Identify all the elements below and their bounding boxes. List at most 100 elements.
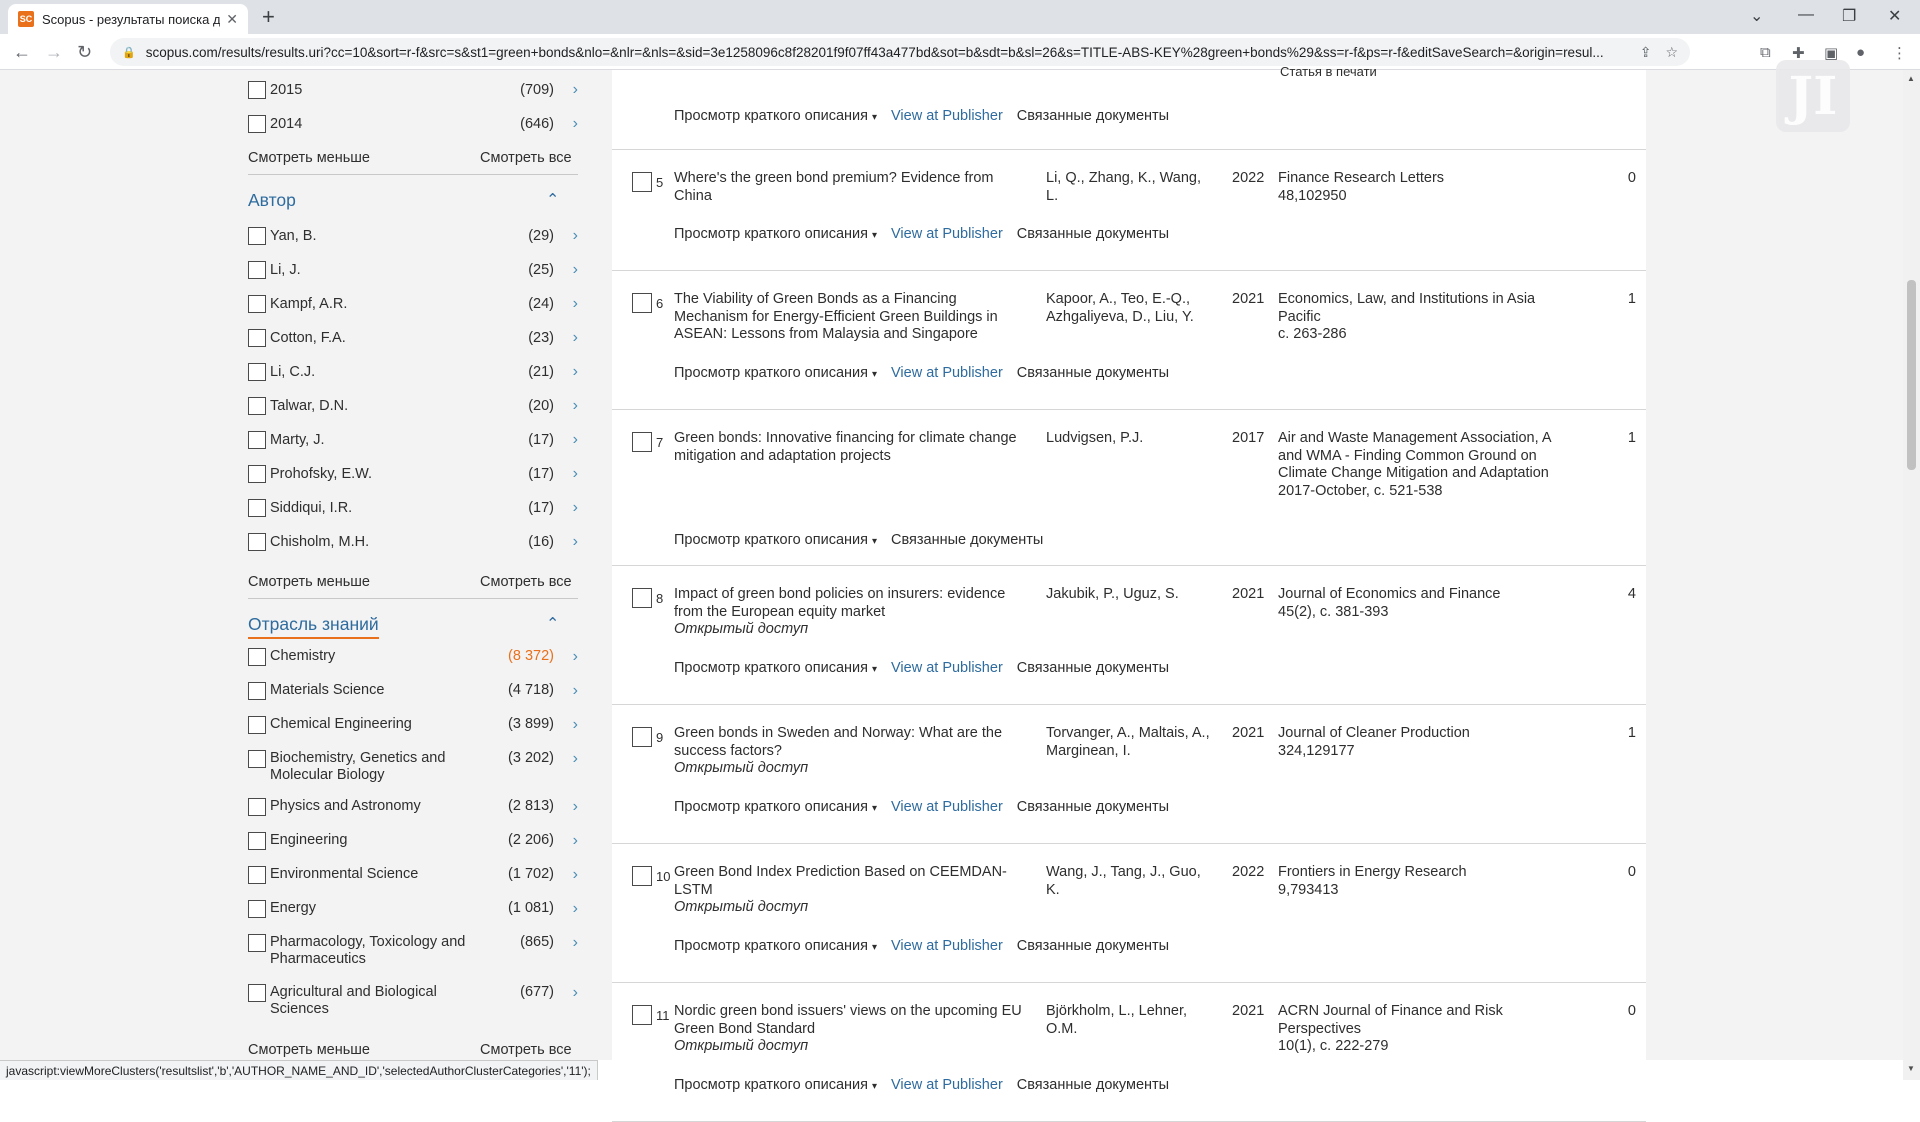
result-authors[interactable]: Ludvigsen, P.J.: [1046, 430, 1216, 448]
chevron-right-icon[interactable]: ›: [562, 934, 578, 952]
source-title[interactable]: Journal of Cleaner Production: [1278, 725, 1568, 743]
checkbox[interactable]: [248, 750, 266, 768]
checkbox[interactable]: [248, 81, 266, 99]
checkbox[interactable]: [248, 227, 266, 245]
checkbox[interactable]: [248, 934, 266, 952]
facet-year-2014[interactable]: 2014 (646) ›: [248, 112, 578, 136]
related-documents-link[interactable]: Связанные документы: [1017, 799, 1169, 815]
chevron-right-icon[interactable]: ›: [562, 866, 578, 884]
facet-item[interactable]: Physics and Astronomy (2 813) ›: [248, 798, 578, 822]
result-title[interactable]: Green bonds: Innovative financing for cl…: [674, 430, 1017, 464]
menu-kebab-icon[interactable]: ⋮: [1892, 44, 1907, 62]
result-checkbox[interactable]: [632, 293, 652, 313]
facet-item[interactable]: Pharmacology, Toxicology and Pharmaceuti…: [248, 934, 578, 967]
bookmark-star-icon[interactable]: ☆: [1665, 44, 1678, 61]
facet-item[interactable]: Yan, B. (29) ›: [248, 224, 578, 248]
result-authors[interactable]: Li, Q., Zhang, K., Wang, L.: [1046, 170, 1216, 205]
cited-by-count[interactable]: 4: [1612, 586, 1636, 602]
browser-tab[interactable]: SC Scopus - результаты поиска до… ✕: [8, 4, 248, 34]
result-title-link[interactable]: Green bonds: Innovative financing for cl…: [674, 430, 1028, 465]
related-documents-link[interactable]: Связанные документы: [1017, 226, 1169, 242]
subject-see-less-link[interactable]: Смотреть меньше: [248, 1042, 370, 1058]
facet-item[interactable]: Engineering (2 206) ›: [248, 832, 578, 856]
chevron-right-icon[interactable]: ›: [562, 227, 578, 245]
restore-icon[interactable]: ❐: [1842, 6, 1856, 26]
result-title[interactable]: Impact of green bond policies on insurer…: [674, 586, 1005, 620]
subject-facet-header[interactable]: Отрасль знаний: [248, 614, 379, 639]
result-authors[interactable]: Kapoor, A., Teo, E.-Q., Azhgaliyeva, D.,…: [1046, 291, 1216, 326]
chevron-right-icon[interactable]: ›: [562, 115, 578, 133]
result-source[interactable]: Frontiers in Energy Research 9,793413: [1278, 864, 1568, 899]
year-see-all-link[interactable]: Смотреть все: [480, 150, 572, 166]
checkbox[interactable]: [248, 682, 266, 700]
chevron-right-icon[interactable]: ›: [562, 648, 578, 666]
checkbox[interactable]: [248, 900, 266, 918]
view-abstract-toggle[interactable]: Просмотр краткого описания ▾: [674, 660, 877, 676]
result-source[interactable]: Economics, Law, and Institutions in Asia…: [1278, 291, 1568, 344]
share-icon[interactable]: ⇪: [1640, 44, 1652, 61]
view-at-publisher-link[interactable]: View at Publisher: [891, 108, 1003, 124]
page-scrollbar[interactable]: ▲ ▼: [1903, 70, 1920, 1080]
view-abstract-toggle[interactable]: Просмотр краткого описания ▾: [674, 1077, 877, 1093]
chevron-right-icon[interactable]: ›: [562, 716, 578, 734]
source-title[interactable]: ACRN Journal of Finance and Risk Perspec…: [1278, 1003, 1568, 1038]
result-checkbox[interactable]: [632, 1005, 652, 1025]
minimize-icon[interactable]: —: [1798, 6, 1814, 24]
chevron-right-icon[interactable]: ›: [562, 832, 578, 850]
chevron-right-icon[interactable]: ›: [562, 81, 578, 99]
result-source[interactable]: Air and Waste Management Association, A …: [1278, 430, 1568, 500]
checkbox[interactable]: [248, 295, 266, 313]
result-title-link[interactable]: Impact of green bond policies on insurer…: [674, 586, 1028, 639]
result-title[interactable]: Where's the green bond premium? Evidence…: [674, 170, 994, 204]
result-checkbox[interactable]: [632, 588, 652, 608]
author-see-all-link[interactable]: Смотреть все: [480, 574, 572, 590]
result-source[interactable]: ACRN Journal of Finance and Risk Perspec…: [1278, 1003, 1568, 1056]
facet-item[interactable]: Cotton, F.A. (23) ›: [248, 326, 578, 350]
subject-see-all-link[interactable]: Смотреть все: [480, 1042, 572, 1058]
new-tab-button[interactable]: +: [262, 5, 275, 29]
forward-icon[interactable]: →: [45, 42, 63, 62]
source-title[interactable]: Air and Waste Management Association, A …: [1278, 430, 1568, 483]
author-see-less-link[interactable]: Смотреть меньше: [248, 574, 370, 590]
result-authors[interactable]: Wang, J., Tang, J., Guo, K.: [1046, 864, 1216, 899]
chevron-up-icon[interactable]: ⌄: [546, 612, 559, 632]
checkbox[interactable]: [248, 866, 266, 884]
back-icon[interactable]: ←: [13, 42, 31, 62]
chevron-up-icon[interactable]: ⌄: [546, 188, 559, 208]
checkbox[interactable]: [248, 431, 266, 449]
devtools-extension-icon[interactable]: ⧉: [1760, 44, 1771, 61]
result-checkbox[interactable]: [632, 172, 652, 192]
scrollbar-thumb[interactable]: [1907, 280, 1916, 470]
result-authors[interactable]: Jakubik, P., Uguz, S.: [1046, 586, 1216, 604]
chevron-right-icon[interactable]: ›: [562, 682, 578, 700]
chevron-right-icon[interactable]: ›: [562, 295, 578, 313]
chevron-right-icon[interactable]: ›: [562, 363, 578, 381]
cited-by-count[interactable]: 0: [1612, 170, 1636, 186]
result-title-link[interactable]: Nordic green bond issuers' views on the …: [674, 1003, 1028, 1056]
profile-avatar-icon[interactable]: ●: [1856, 44, 1865, 61]
facet-item[interactable]: Kampf, A.R. (24) ›: [248, 292, 578, 316]
checkbox[interactable]: [248, 261, 266, 279]
author-facet-header[interactable]: Автор: [248, 190, 568, 211]
checkbox[interactable]: [248, 984, 266, 1002]
result-checkbox[interactable]: [632, 866, 652, 886]
view-abstract-toggle[interactable]: Просмотр краткого описания ▾: [674, 938, 877, 954]
result-source[interactable]: Finance Research Letters 48,102950: [1278, 170, 1568, 205]
reload-icon[interactable]: ↻: [77, 42, 92, 62]
view-abstract-toggle[interactable]: Просмотр краткого описания ▾: [674, 108, 877, 124]
result-source[interactable]: Journal of Cleaner Production 324,129177: [1278, 725, 1568, 760]
chevron-right-icon[interactable]: ›: [562, 261, 578, 279]
view-at-publisher-link[interactable]: View at Publisher: [891, 365, 1003, 381]
result-authors[interactable]: Björkholm, L., Lehner, O.M.: [1046, 1003, 1216, 1038]
year-see-less-link[interactable]: Смотреть меньше: [248, 150, 370, 166]
facet-item[interactable]: Environmental Science (1 702) ›: [248, 866, 578, 890]
chevron-right-icon[interactable]: ›: [562, 397, 578, 415]
result-title[interactable]: Nordic green bond issuers' views on the …: [674, 1003, 1022, 1037]
checkbox[interactable]: [248, 363, 266, 381]
checkbox[interactable]: [248, 716, 266, 734]
view-abstract-toggle[interactable]: Просмотр краткого описания ▾: [674, 226, 877, 242]
result-title[interactable]: The Viability of Green Bonds as a Financ…: [674, 291, 998, 342]
related-documents-link[interactable]: Связанные документы: [1017, 365, 1169, 381]
source-title[interactable]: Journal of Economics and Finance: [1278, 586, 1568, 604]
facet-item[interactable]: Chemical Engineering (3 899) ›: [248, 716, 578, 740]
